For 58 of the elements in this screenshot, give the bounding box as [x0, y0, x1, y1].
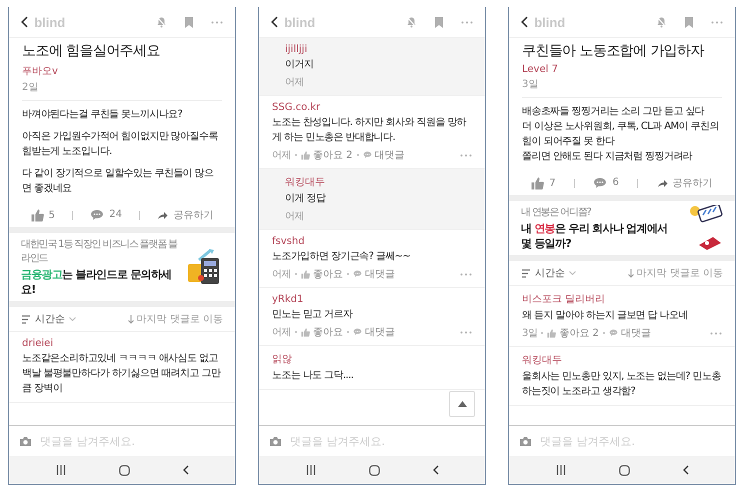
post-date: 2일: [22, 81, 40, 94]
like-button[interactable]: 7: [531, 176, 556, 190]
reply-button[interactable]: 대댓글: [353, 325, 395, 339]
post-title: 쿠친들아 노동조합에 가입하자: [522, 42, 706, 60]
author-name: Level 7: [522, 64, 559, 75]
sort-order-button[interactable]: 시간순: [521, 266, 576, 280]
comment-time: 어제: [272, 149, 291, 162]
post-paragraph: 바껴야된다는걸 쿠친들 못느끼시나요?: [22, 108, 184, 122]
comment-time: 어제: [285, 76, 304, 89]
ad-banner[interactable]: 내 연봉은 어디쯤? 내 연봉은 우리 회사나 업계에서 몇 등일까?: [509, 195, 735, 261]
comment-author: fsvshd: [272, 236, 306, 247]
comment-text: 노조가입하면 장기근속? 글쎄~~: [272, 250, 412, 264]
like-button[interactable]: 좋아요 2: [301, 148, 353, 162]
comment-text: 이게 정답: [285, 192, 327, 206]
comment-author: 워킹대두: [522, 354, 563, 367]
comment-time: 3일: [522, 327, 538, 340]
share-button[interactable]: 공유하기: [157, 208, 214, 222]
comment-author: 비스포크 딜리버리: [522, 293, 606, 306]
comment-text: 민노는 믿고 거르자: [272, 308, 354, 322]
comment-author: drieiei: [22, 338, 54, 349]
author-name: 푸바오v: [22, 65, 59, 78]
ad-headline: 금융광고는 블라인드로 문의하세요!: [21, 267, 172, 297]
post-title: 노조에 힘을실어주세요: [22, 42, 161, 60]
sort-order-button[interactable]: 시간순: [21, 312, 76, 326]
like-button[interactable]: 좋아요: [301, 267, 343, 281]
jump-to-last-button[interactable]: 마지막 댓글로 이동: [128, 312, 223, 326]
jump-to-last-button[interactable]: 마지막 댓글로 이동: [628, 266, 723, 280]
post-date: 3일: [522, 78, 540, 91]
reply-button[interactable]: 대댓글: [608, 326, 651, 340]
comment-author: 워킹대두: [285, 176, 326, 189]
comment-text: 노조는 찬성입니다. 하지만 회사와 직원을 망하게 하는 민노총은 반대합니다.: [272, 116, 468, 145]
comment-time: 어제: [272, 268, 291, 281]
like-button[interactable]: 5: [30, 208, 55, 222]
like-button[interactable]: 좋아요 2: [547, 326, 599, 340]
comment-text: 노조는 나도 그닥....: [272, 369, 354, 383]
comment-author: ijilljji: [285, 44, 308, 55]
comment-time: 어제: [272, 326, 291, 339]
ad-banner[interactable]: 대한민국 1등 직장인 비즈니스 플랫폼 블라인드 금융광고는 블라인드로 문의하세요!: [9, 227, 235, 307]
share-button[interactable]: 공유하기: [656, 176, 713, 190]
reply-button[interactable]: 대댓글: [362, 148, 405, 162]
comment-text: 울회사는 민노총만 있지, 노조는 없는데? 민노총 하는짓이 노조라고 생각함?: [522, 370, 722, 399]
comment-author: SSG.co.kr: [272, 102, 322, 113]
like-button[interactable]: 좋아요: [301, 325, 343, 339]
comment-text: 왜 듣지 말아야 하는지 글보면 답 나오네: [522, 309, 689, 323]
comment-author: 읽않: [272, 353, 293, 366]
comment-text: 노조같은소리하고있네 ㅋㅋㅋㅋ 애사심도 없고 백날 불평불만하다가 하기싫으면 때려치고 그만큼 장벽이: [22, 352, 222, 396]
ad-caption: 내 연봉은 어디쯤?: [521, 206, 592, 219]
comment-author: yRkd1: [272, 294, 304, 305]
post-paragraph: 아직은 가입원수가적어 힘이없지만 많아질수록 힘받는게 노조입니다.: [22, 130, 219, 159]
comment-time: 어제: [285, 210, 304, 223]
comment-count-button[interactable]: 24: [90, 209, 122, 221]
post-paragraph: 배송초짜들 찡찡거리는 소리 그만 듣고 싶다 더 이상은 노사위원회, 쿠톡, CL과 AM이 쿠친의 힘이 되어주질 못 한다 쫄리면 안해도 된다 지금처럼 찡찡거려라: [522, 105, 720, 164]
reply-button[interactable]: 대댓글: [353, 267, 395, 281]
comment-text: 이거지: [285, 58, 314, 72]
post-paragraph: 다 같이 장기적으로 일할수있는 쿠친들이 많으면 좋겠네요: [22, 167, 214, 196]
ad-caption: 대한민국 1등 직장인 비즈니스 플랫폼 블라인드: [21, 238, 178, 265]
ad-headline: 내 연봉은 우리 회사나 업계에서 몇 등일까?: [521, 221, 668, 251]
comment-count-button[interactable]: 6: [593, 177, 619, 189]
